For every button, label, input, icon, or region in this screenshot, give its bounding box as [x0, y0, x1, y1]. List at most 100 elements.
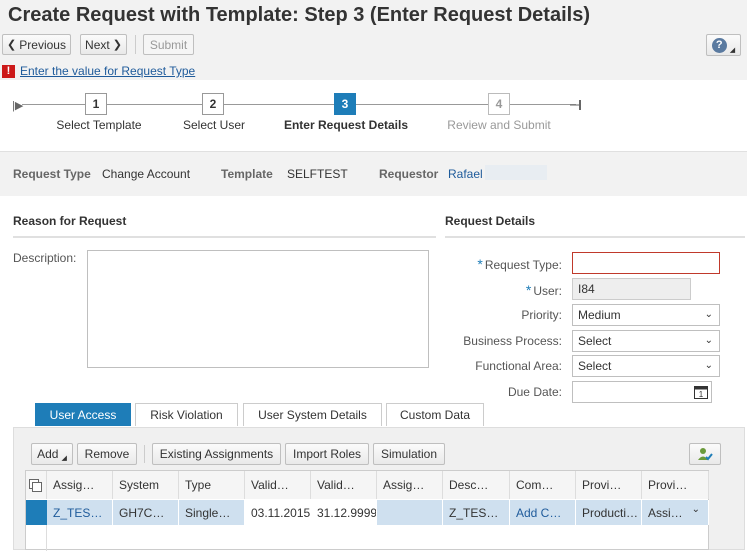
column-header[interactable]: Assig… — [47, 471, 113, 499]
user-input: I84 — [572, 278, 691, 300]
existing-assignments-button[interactable]: Existing Assignments — [152, 443, 281, 465]
error-message-bar: ! Enter the value for Request Type — [0, 63, 195, 79]
add-label: Add — [37, 447, 59, 461]
step-4-number: 4 — [488, 93, 510, 115]
remove-button[interactable]: Remove — [77, 443, 137, 465]
column-header[interactable]: Desc… — [443, 471, 510, 499]
table-cell-type: Single… — [179, 500, 245, 525]
roadmap-end-icon — [570, 100, 581, 110]
request-type-field-label: * Request Type: — [477, 256, 562, 272]
required-icon: * — [477, 256, 483, 272]
description-label: Description: — [13, 251, 77, 265]
tab-custom-data[interactable]: Custom Data — [386, 403, 484, 426]
tab-user-system-details[interactable]: User System Details — [243, 403, 382, 426]
table-column-divider — [46, 525, 47, 551]
business-process-value: Select — [578, 334, 612, 348]
column-header[interactable]: Type — [179, 471, 245, 499]
column-header[interactable]: Com… — [510, 471, 576, 499]
due-date-input[interactable] — [572, 381, 712, 403]
table-cell-description: Z_TES… — [443, 500, 510, 525]
request-type-info-label: Request Type — [13, 167, 91, 181]
user-check-icon — [698, 448, 713, 461]
page-title: Create Request with Template: Step 3 (En… — [8, 4, 590, 26]
template-info-value: SELFTEST — [287, 167, 348, 181]
step-1-number[interactable]: 1 — [85, 93, 107, 115]
dropdown-corner-icon: ◢ — [729, 47, 736, 54]
chevron-down-icon: ⌄ — [704, 335, 713, 346]
column-header[interactable]: Valid… — [311, 471, 377, 499]
assignments-table: Assig… System Type Valid… Valid… Assig… … — [25, 470, 709, 551]
row-selector[interactable] — [26, 500, 47, 525]
next-label: Next — [85, 37, 110, 52]
functional-area-select[interactable]: Select ⌄ — [572, 355, 720, 377]
step-1-label[interactable]: Select Template — [56, 118, 141, 132]
required-icon: * — [525, 282, 532, 298]
step-3-number[interactable]: 3 — [334, 93, 356, 115]
request-type-input[interactable] — [572, 252, 720, 274]
requestor-info-label: Requestor — [379, 167, 439, 181]
details-section-heading: Request Details — [445, 214, 536, 228]
step-2-number[interactable]: 2 — [202, 93, 224, 115]
select-all-icon[interactable] — [26, 471, 47, 499]
priority-value: Medium — [578, 308, 621, 322]
due-date-label: Due Date: — [507, 385, 562, 399]
column-header[interactable]: System — [113, 471, 179, 499]
dropdown-corner-icon: ◢ — [61, 455, 67, 462]
requestor-redacted-block — [485, 165, 547, 180]
table-cell-system: GH7C… — [113, 500, 179, 525]
step-4-label: Review and Submit — [447, 118, 551, 132]
step-3-label[interactable]: Enter Request Details — [284, 118, 408, 132]
chevron-right-icon: ❯ — [112, 39, 122, 51]
toolbar-separator — [144, 445, 145, 463]
reason-section-divider — [13, 236, 436, 238]
chevron-down-icon: ⌄ — [704, 309, 713, 320]
description-textarea[interactable] — [87, 250, 429, 368]
reason-section-heading: Reason for Request — [13, 214, 127, 228]
priority-select[interactable]: Medium ⌄ — [572, 304, 720, 326]
help-button[interactable]: ? ◢ — [706, 34, 741, 56]
functional-area-value: Select — [578, 359, 612, 373]
user-settings-button[interactable] — [689, 443, 721, 465]
business-process-label: Business Process: — [463, 334, 562, 348]
template-info-label: Template — [221, 167, 273, 181]
details-section-divider — [445, 236, 745, 238]
table-cell-valid-from[interactable]: 03.11.2015 — [245, 500, 311, 525]
import-roles-button[interactable]: Import Roles — [285, 443, 369, 465]
next-button[interactable]: Next ❯ — [80, 34, 127, 55]
tab-risk-violation[interactable]: Risk Violation — [135, 403, 238, 426]
table-cell-comments-link[interactable]: Add C… — [510, 500, 576, 525]
help-icon: ? — [711, 37, 727, 53]
roadmap-start-icon: |▶ — [12, 100, 24, 112]
tab-user-access[interactable]: User Access — [35, 403, 131, 426]
column-header[interactable]: Provi… — [642, 471, 709, 499]
table-cell-valid-to[interactable]: 31.12.9999 — [311, 500, 377, 525]
chevron-down-icon: ⌄ — [691, 504, 700, 515]
step-2-label[interactable]: Select User — [183, 118, 245, 132]
submit-button[interactable]: Submit — [143, 34, 194, 55]
svg-text:1: 1 — [699, 390, 704, 399]
user-field-label: * User: — [525, 282, 562, 298]
error-icon: ! — [2, 64, 15, 78]
toolbar-separator — [135, 35, 136, 54]
simulation-button[interactable]: Simulation — [373, 443, 445, 465]
column-header[interactable]: Valid… — [245, 471, 311, 499]
calendar-icon[interactable]: 1 — [694, 384, 708, 399]
column-header[interactable]: Assig… — [377, 471, 443, 499]
functional-area-label: Functional Area: — [475, 359, 562, 373]
column-header[interactable]: Provi… — [576, 471, 642, 499]
previous-button[interactable]: ❮ Previous — [2, 34, 71, 55]
business-process-select[interactable]: Select ⌄ — [572, 330, 720, 352]
table-cell-provisioning: Producti… — [576, 500, 642, 525]
provisioning-action-value: Assi… — [648, 505, 683, 520]
table-cell-provisioning-action[interactable]: Assi… ⌄ — [642, 500, 709, 525]
table-cell-assignment[interactable]: Z_TES… — [47, 500, 113, 525]
error-message-link[interactable]: Enter the value for Request Type — [20, 64, 195, 78]
requestor-info-value[interactable]: Rafael — [448, 167, 483, 181]
add-button[interactable]: Add ◢ — [31, 443, 73, 465]
request-type-info-value: Change Account — [102, 167, 191, 181]
chevron-left-icon: ❮ — [7, 39, 17, 51]
chevron-down-icon: ⌄ — [704, 360, 713, 371]
previous-label: Previous — [19, 37, 66, 52]
priority-label: Priority: — [521, 308, 562, 322]
table-cell-assignment-type — [377, 500, 443, 525]
